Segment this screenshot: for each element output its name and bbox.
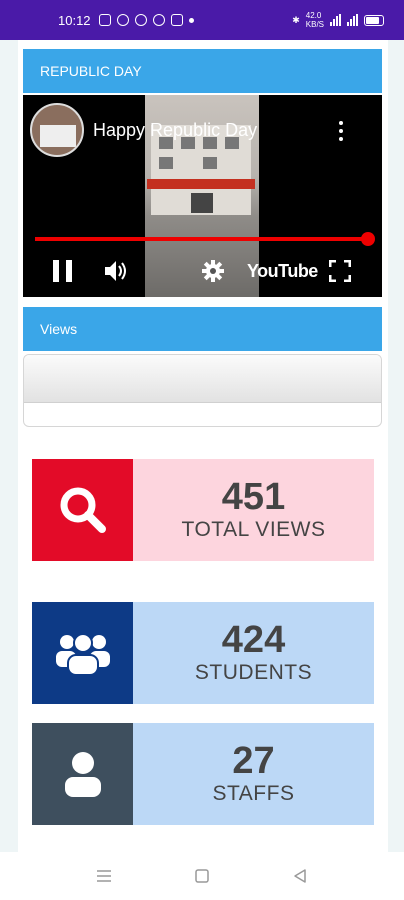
- views-panel: [23, 354, 382, 427]
- settings-gear-icon[interactable]: [202, 260, 224, 282]
- status-time: 10:12: [58, 12, 91, 28]
- fullscreen-icon[interactable]: [328, 259, 352, 283]
- notification-icons: [98, 14, 194, 26]
- main-content: REPUBLIC DAY Happy Republic Day YouTube …: [18, 40, 388, 852]
- students-card: 424 STUDENTS: [32, 602, 374, 704]
- staffs-count: 27: [232, 740, 275, 782]
- status-bar: 10:12 ✱ 42.0 KB/S: [0, 0, 404, 40]
- search-icon: [60, 487, 106, 533]
- students-icon-box: [32, 602, 133, 704]
- system-icons: ✱ 42.0 KB/S: [292, 11, 384, 29]
- total-views-card: 451 TOTAL VIEWS: [32, 459, 374, 561]
- system-nav-bar: [0, 852, 404, 900]
- republic-day-title: REPUBLIC DAY: [40, 63, 142, 79]
- youtube-video-player[interactable]: Happy Republic Day YouTube: [23, 95, 382, 297]
- video-title[interactable]: Happy Republic Day: [93, 120, 257, 141]
- video-progress-bar[interactable]: [35, 237, 368, 241]
- instagram-icon: [98, 14, 111, 26]
- person-icon: [64, 752, 101, 797]
- staffs-body: 27 STAFFS: [133, 723, 374, 825]
- video-progress-handle[interactable]: [361, 232, 375, 246]
- signal-2-icon: [347, 14, 358, 26]
- total-views-icon-box: [32, 459, 133, 561]
- views-title: Views: [40, 321, 78, 337]
- globe-icon: [116, 14, 129, 26]
- back-triangle-icon[interactable]: [291, 867, 309, 885]
- home-square-icon[interactable]: [193, 867, 211, 885]
- group-icon: [55, 633, 110, 676]
- network-speed: 42.0 KB/S: [306, 11, 324, 29]
- leaf-icon: [134, 14, 147, 26]
- battery-icon: [364, 14, 384, 26]
- total-views-count: 451: [221, 476, 286, 518]
- staffs-card: 27 STAFFS: [32, 723, 374, 825]
- menu-icon[interactable]: [95, 867, 113, 885]
- pause-icon[interactable]: [53, 260, 73, 282]
- more-vertical-icon[interactable]: [334, 121, 348, 141]
- network-speed-unit: KB/S: [305, 20, 324, 29]
- views-header: Views: [23, 307, 382, 351]
- students-count: 424: [221, 619, 286, 661]
- channel-avatar[interactable]: [30, 103, 84, 157]
- cloud-icon: [170, 14, 183, 26]
- total-views-body: 451 TOTAL VIEWS: [133, 459, 374, 561]
- youtube-logo[interactable]: YouTube: [247, 261, 318, 282]
- total-views-label: TOTAL VIEWS: [181, 518, 326, 541]
- network-speed-value: 42.0: [305, 11, 322, 20]
- more-notifications-dot-icon: [188, 17, 194, 23]
- signal-1-icon: [330, 14, 341, 26]
- chat-icon: [152, 14, 165, 26]
- views-panel-bar: [24, 355, 381, 403]
- staffs-label: STAFFS: [212, 782, 295, 805]
- volume-icon[interactable]: [103, 259, 129, 283]
- staffs-icon-box: [32, 723, 133, 825]
- students-label: STUDENTS: [194, 661, 313, 684]
- students-body: 424 STUDENTS: [133, 602, 374, 704]
- republic-day-header: REPUBLIC DAY: [23, 49, 382, 93]
- bluetooth-icon: ✱: [292, 14, 300, 25]
